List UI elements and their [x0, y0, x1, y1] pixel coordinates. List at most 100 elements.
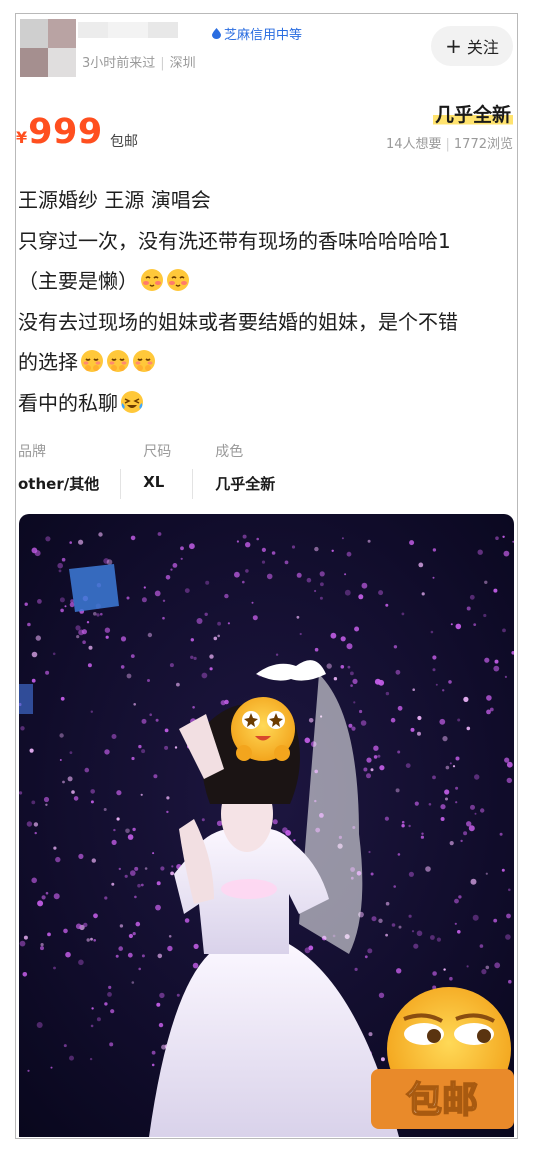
lightstick-dot: [60, 696, 65, 701]
lightstick-dot: [27, 1069, 30, 1072]
lightstick-dot: [151, 1063, 155, 1067]
seller-name-blurred[interactable]: [78, 22, 178, 38]
lightstick-dot: [363, 767, 368, 772]
lightstick-dot: [166, 796, 170, 800]
lightstick-dot: [251, 601, 254, 604]
lightstick-dot: [412, 688, 416, 691]
lightstick-dot: [86, 938, 90, 942]
lightstick-dot: [368, 1032, 373, 1037]
lightstick-dot: [113, 828, 116, 832]
lightstick-dot: [384, 816, 389, 821]
lightstick-dot: [19, 940, 26, 947]
lightstick-dot: [484, 657, 490, 663]
lightstick-dot: [401, 820, 405, 824]
listing-photo[interactable]: 包邮: [19, 514, 514, 1137]
lightstick-dot: [62, 780, 65, 784]
lightstick-dot: [111, 882, 115, 886]
lightstick-dot: [106, 559, 113, 565]
credit-badge-label: 芝麻信用中等: [224, 27, 303, 43]
lightstick-dot: [40, 943, 44, 947]
lightstick-dot: [397, 705, 403, 711]
lightstick-dot: [34, 550, 41, 557]
lightstick-dot: [449, 841, 454, 846]
lightstick-dot: [314, 546, 319, 552]
lightstick-dot: [156, 881, 161, 886]
lightstick-dot: [78, 853, 84, 859]
lightstick-dot: [401, 824, 405, 828]
star-eyes-emoji-sticker: [231, 697, 295, 761]
lightstick-dot: [346, 551, 352, 557]
attribute-key: 成色: [215, 444, 244, 460]
lightstick-dot: [340, 665, 345, 669]
plus-icon: +: [445, 34, 462, 58]
lightstick-dot: [40, 946, 44, 951]
lightstick-dot: [373, 755, 378, 759]
follow-label: 关注: [466, 38, 499, 57]
item-attributes: 品牌 other/其他 尺码 XL 成色 几乎全新: [18, 439, 319, 509]
lightstick-dot: [45, 891, 49, 895]
lightstick-dot: [37, 900, 44, 907]
lightstick-dot: [432, 971, 437, 976]
lightstick-dot: [36, 1022, 43, 1028]
lightstick-dot: [261, 547, 266, 552]
lightstick-dot: [47, 932, 51, 937]
lightstick-dot: [326, 663, 332, 669]
lightstick-dot: [340, 636, 346, 642]
lightstick-dot: [126, 673, 132, 679]
lightstick-dot: [184, 918, 190, 923]
lightstick-dot: [508, 979, 512, 984]
lightstick-dot: [506, 761, 513, 768]
lightstick-dot: [296, 572, 302, 578]
lightstick-dot: [360, 720, 367, 726]
lightstick-dot: [23, 935, 28, 940]
lightstick-dot: [91, 858, 97, 863]
lightstick-dot: [65, 951, 71, 958]
credit-drop-icon: [212, 27, 221, 39]
seller-avatar[interactable]: [20, 19, 76, 77]
lightstick-dot: [420, 835, 424, 839]
lightstick-dot: [53, 846, 57, 850]
lightstick-dot: [457, 718, 461, 722]
lightstick-dot: [455, 623, 462, 630]
lightstick-dot: [378, 918, 383, 923]
seller-meta: 3小时前来过 | 深圳: [82, 52, 196, 71]
lightstick-dot: [495, 536, 499, 540]
attribute-size: 尺码 XL: [143, 439, 194, 509]
lightstick-dot: [506, 913, 511, 919]
lightstick-dot: [53, 893, 60, 900]
lightstick-dot: [430, 630, 434, 634]
sticker-caption: 包邮: [406, 1080, 478, 1121]
lightstick-dot: [131, 981, 135, 984]
lightstick-dot: [508, 888, 511, 892]
lightstick-dot: [454, 922, 457, 925]
lightstick-dot: [120, 665, 125, 669]
lightstick-dot: [370, 768, 374, 772]
lightstick-dot: [330, 632, 337, 639]
lightstick-dot: [91, 1007, 94, 1010]
lightstick-dot: [284, 560, 289, 565]
lightstick-dot: [373, 745, 379, 751]
lightstick-dot: [82, 640, 86, 644]
lightstick-dot: [149, 713, 152, 716]
lightstick-dot: [105, 635, 109, 639]
lightstick-dot: [457, 930, 461, 934]
lightstick-dot: [473, 623, 477, 626]
shipping-label: 包邮: [110, 134, 138, 150]
lightstick-dot: [209, 667, 213, 671]
lightstick-dot: [331, 549, 334, 552]
follow-button[interactable]: + 关注: [431, 26, 513, 66]
lightstick-dot: [242, 580, 245, 584]
lightstick-dot: [157, 953, 163, 959]
lightstick-dot: [43, 796, 50, 803]
lightstick-dot: [90, 1024, 94, 1028]
lightstick-dot: [378, 992, 385, 998]
lightstick-dot: [261, 560, 266, 564]
lightstick-dot: [506, 777, 512, 784]
lightstick-dot: [93, 913, 98, 919]
lightstick-dot: [411, 930, 415, 933]
lightstick-dot: [432, 775, 436, 780]
lightstick-dot: [486, 695, 492, 701]
lightstick-dot: [155, 904, 161, 911]
lightstick-dot: [128, 933, 133, 939]
lightstick-dot: [359, 709, 363, 714]
